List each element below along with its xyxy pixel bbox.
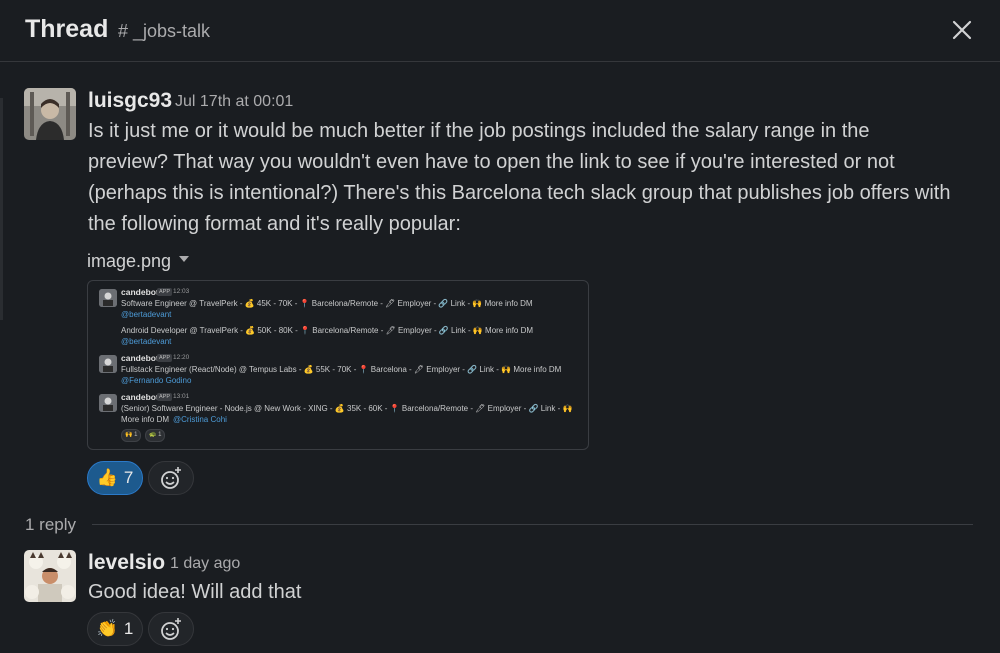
post-time: 12:20 bbox=[173, 354, 190, 361]
thread-title: Thread bbox=[25, 15, 109, 43]
close-icon[interactable] bbox=[946, 14, 978, 46]
post-reaction: 🐢 1 bbox=[145, 429, 166, 442]
message-body: Is it just me or it would be much better… bbox=[88, 116, 988, 240]
post-time: 13:01 bbox=[173, 393, 190, 400]
post-mention: @Fernando Godino bbox=[121, 376, 192, 385]
message-line: (perhaps this is intentional?) There's t… bbox=[88, 182, 951, 204]
bot-avatar bbox=[99, 394, 117, 412]
message-line: preview? That way you wouldn't even have… bbox=[88, 151, 895, 173]
window-edge bbox=[0, 98, 3, 320]
clap-icon: 👏 bbox=[96, 619, 118, 638]
app-badge: APP bbox=[157, 393, 173, 401]
bot-name: candebot bbox=[121, 392, 159, 402]
app-badge: APP bbox=[157, 288, 173, 296]
thumbs-up-reaction[interactable]: 👍 7 bbox=[87, 461, 143, 495]
post-reaction: 🙌 1 bbox=[121, 429, 142, 442]
reply-count: 1 reply bbox=[25, 515, 77, 534]
reply-body: Good idea! Will add that bbox=[88, 581, 302, 603]
bot-avatar bbox=[99, 355, 117, 373]
reaction-count: 1 bbox=[123, 619, 134, 638]
channel-link[interactable]: # _jobs-talk bbox=[118, 21, 210, 42]
post-mention: @bertadevant bbox=[121, 337, 172, 346]
add-reaction-icon bbox=[161, 618, 181, 640]
reply-timestamp[interactable]: 1 day ago bbox=[170, 555, 240, 573]
post-line: Software Engineer @ TravelPerk - 💰 45K -… bbox=[121, 299, 533, 308]
message-author[interactable]: luisgc93 bbox=[88, 89, 172, 113]
bot-avatar bbox=[99, 289, 117, 307]
post-mention: @Cristina Cohi bbox=[173, 415, 227, 424]
message-line: the following format and it's really pop… bbox=[88, 213, 461, 235]
image-preview[interactable]: candebot APP 12:03 Software Engineer @ T… bbox=[87, 280, 589, 450]
message-line: Is it just me or it would be much better… bbox=[88, 120, 870, 142]
post-line: Android Developer @ TravelPerk - 💰 50K -… bbox=[121, 326, 534, 335]
app-badge: APP bbox=[157, 354, 173, 362]
reaction-count: 7 bbox=[123, 468, 134, 487]
bot-name: candebot bbox=[121, 287, 159, 297]
clap-reaction[interactable]: 👏 1 bbox=[87, 612, 143, 646]
message-timestamp[interactable]: Jul 17th at 00:01 bbox=[175, 93, 293, 111]
post-line: More info DM bbox=[121, 415, 170, 424]
bot-name: candebot bbox=[121, 353, 159, 363]
post-line: (Senior) Software Engineer - Node.js @ N… bbox=[121, 404, 573, 413]
post-mention: @bertadevant bbox=[121, 310, 172, 319]
thumbs-up-icon: 👍 bbox=[96, 468, 118, 487]
post-line: Fullstack Engineer (React/Node) @ Tempus… bbox=[121, 365, 562, 374]
post-time: 12:03 bbox=[173, 288, 190, 295]
add-reaction-icon bbox=[161, 467, 181, 489]
divider bbox=[92, 524, 973, 525]
reply-author[interactable]: levelsio bbox=[88, 551, 165, 575]
avatar[interactable] bbox=[24, 88, 76, 140]
thread-header: Thread # _jobs-talk bbox=[0, 0, 1000, 62]
add-reaction-button[interactable] bbox=[148, 461, 194, 495]
caret-down-icon[interactable] bbox=[179, 256, 189, 262]
attachment-filename[interactable]: image.png bbox=[87, 251, 171, 272]
avatar[interactable] bbox=[24, 550, 76, 602]
add-reaction-button[interactable] bbox=[148, 612, 194, 646]
